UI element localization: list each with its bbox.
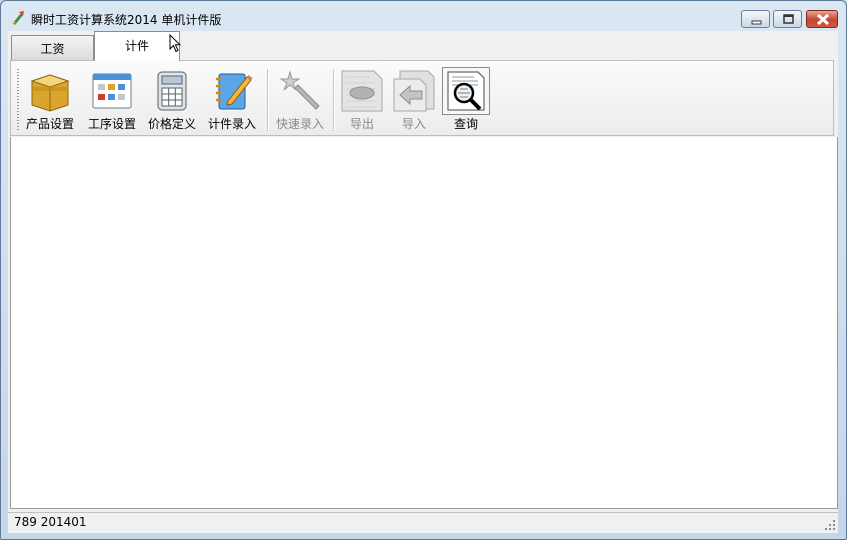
status-text: 789 201401 (14, 515, 87, 529)
query-label: 查询 (453, 117, 478, 131)
export-label: 导出 (349, 117, 374, 131)
magic-wand-icon (279, 70, 320, 110)
product-settings-label: 产品设置 (25, 117, 74, 131)
export-button[interactable]: 导出 (339, 67, 385, 133)
piece-entry-label: 计件录入 (207, 117, 256, 131)
notebook-pencil-icon (216, 73, 253, 110)
status-bar: 789 201401 (8, 512, 838, 533)
query-button[interactable]: 查询 (442, 67, 490, 133)
import-label: 导入 (401, 117, 426, 131)
tab-salary[interactable]: 工资 (11, 35, 94, 60)
app-icon (12, 11, 24, 25)
quick-entry-button[interactable]: 快速录入 (273, 67, 327, 133)
box-icon (30, 74, 70, 112)
close-button[interactable] (806, 10, 838, 28)
calculator-icon (157, 71, 187, 111)
product-settings-button[interactable]: 产品设置 (23, 67, 77, 133)
mouse-cursor-icon (169, 34, 181, 53)
tab-piecework[interactable]: 计件 (94, 31, 180, 61)
quick-entry-label: 快速录入 (275, 117, 324, 131)
process-settings-button[interactable]: 工序设置 (85, 67, 139, 133)
toolbar: 产品设置 工序设置 价格定义 计件录入 快速录入 导出 导入 查询 (10, 60, 834, 136)
window-grid-icon (92, 73, 132, 109)
toolbar-separator (333, 69, 335, 131)
process-settings-label: 工序设置 (87, 117, 136, 131)
magnifier-document-icon (447, 71, 485, 111)
export-document-icon (341, 70, 383, 112)
piece-entry-button[interactable]: 计件录入 (205, 67, 259, 133)
minimize-button[interactable] (741, 10, 770, 28)
app-window: 瞬时工资计算系统2014 单机计件版 工资 计件 产品设置 工序设置 价格定义 … (0, 0, 847, 540)
import-document-icon (393, 70, 435, 112)
resize-grip-icon[interactable] (824, 519, 836, 531)
toolbar-grip[interactable] (17, 69, 19, 131)
maximize-button[interactable] (773, 10, 802, 28)
toolbar-separator (267, 69, 269, 131)
client-area: 工资 计件 产品设置 工序设置 价格定义 计件录入 快速录入 导出 导入 查询 … (8, 31, 838, 533)
title-bar[interactable]: 瞬时工资计算系统2014 单机计件版 (1, 1, 846, 31)
price-definition-label: 价格定义 (147, 117, 196, 131)
price-definition-button[interactable]: 价格定义 (145, 67, 199, 133)
window-title: 瞬时工资计算系统2014 单机计件版 (31, 13, 222, 27)
content-area[interactable] (10, 137, 838, 509)
import-button[interactable]: 导入 (391, 67, 437, 133)
tab-strip: 工资 计件 (8, 31, 838, 61)
